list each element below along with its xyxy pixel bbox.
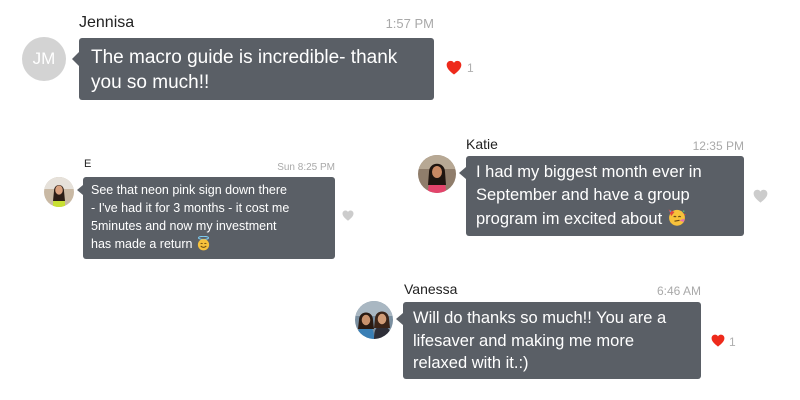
profile-photo (44, 177, 74, 207)
sender-name: Katie (466, 136, 498, 152)
message-bubble[interactable]: The macro guide is incredible- thank you… (72, 38, 434, 100)
heart-icon[interactable] (711, 334, 725, 347)
message-timestamp: 1:57 PM (385, 16, 434, 31)
avatar[interactable] (44, 177, 74, 207)
avatar[interactable] (355, 301, 393, 339)
reaction-count: 1 (729, 335, 736, 349)
smiling-face-with-halo-icon (197, 236, 210, 251)
sender-name: E (84, 158, 92, 170)
message-line: relaxed with it.:) (413, 354, 529, 372)
message-line: See that neon pink sign down there (91, 183, 287, 197)
message-bubble[interactable]: Will do thanks so much!! You are a lifes… (396, 302, 701, 379)
message-line: you so much!! (91, 72, 210, 93)
chat-screen: { "messages": [ { "sender": "Jennisa", "… (0, 0, 800, 400)
heart-icon[interactable] (446, 60, 462, 75)
message-line-with-emoji: has made a return (91, 235, 327, 253)
sender-name: Vanessa (404, 281, 458, 297)
sender-name: Jennisa (79, 14, 135, 31)
avatar-initials: JM (32, 49, 56, 68)
heart-outline-icon[interactable] (342, 210, 354, 221)
heart-outline-icon[interactable] (753, 189, 768, 203)
message-line: lifesaver and making me more (413, 331, 635, 350)
message-bubble[interactable]: I had my biggest month ever in September… (459, 156, 744, 236)
partying-face-icon (668, 209, 686, 226)
message-line-with-emoji: program im excited about (476, 207, 734, 231)
reaction-count: 1 (467, 61, 474, 75)
message-line: has made a return (91, 237, 193, 251)
message-timestamp: 12:35 PM (692, 139, 744, 153)
message-line: - I've had it for 3 months - it cost me (91, 201, 290, 215)
message-line: program im excited about (476, 210, 663, 228)
message-line: September and have a group (476, 186, 690, 204)
avatar[interactable]: JM (22, 37, 66, 81)
message-timestamp: 6:46 AM (656, 284, 701, 298)
message-bubble[interactable]: See that neon pink sign down there - I'v… (77, 177, 335, 259)
message-line: I had my biggest month ever in (476, 163, 702, 181)
message-timestamp: Sun 8:25 PM (277, 162, 335, 173)
avatar[interactable] (418, 155, 456, 193)
profile-photo (418, 155, 456, 193)
message-line: Will do thanks so much!! You are a (413, 309, 667, 327)
message-line: 5minutes and now my investment (91, 219, 277, 233)
message-line: The macro guide is incredible- thank (91, 47, 398, 68)
profile-photo (355, 301, 393, 339)
